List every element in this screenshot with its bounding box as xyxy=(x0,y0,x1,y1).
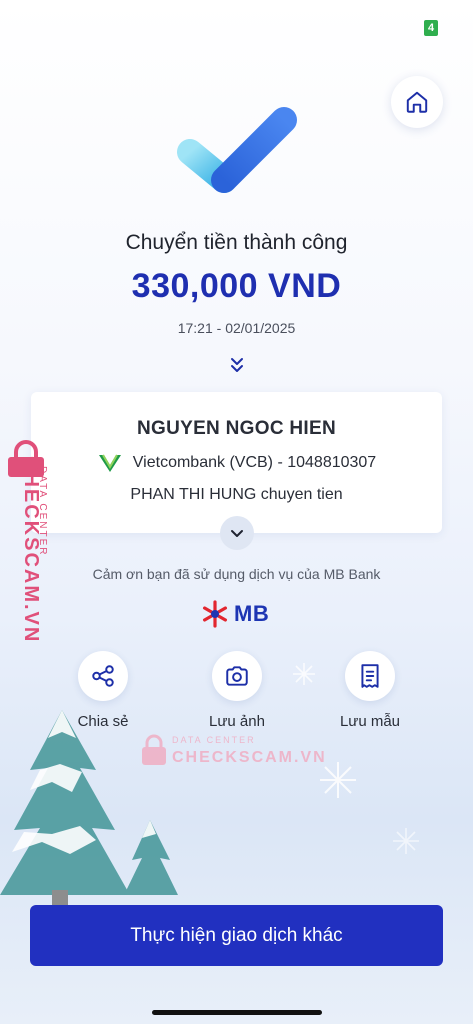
transfer-datetime: 17:21 - 02/01/2025 xyxy=(177,320,296,336)
snowflake-icon-small xyxy=(293,663,315,685)
watermark-vertical: CHECKSCAM.VN DATA CENTER xyxy=(4,440,48,643)
result-title: Chuyển tiền thành công xyxy=(125,231,348,254)
save-image-label: Lưu ảnh xyxy=(209,713,265,730)
transfer-description: PHAN THI HUNG chuyen tien xyxy=(130,486,343,503)
template-icon xyxy=(361,664,379,688)
mb-star-icon xyxy=(203,600,227,628)
expand-details-button[interactable] xyxy=(220,516,254,550)
snowy-trees-illustration xyxy=(0,710,178,905)
watermark-brand-text: CHECKSCAM.VN xyxy=(172,749,327,766)
success-check-icon xyxy=(177,107,297,193)
recipient-bank: Vietcombank (VCB) - 1048810307 xyxy=(132,454,377,471)
recipient-bank-row: Vietcombank (VCB) - 1048810307 xyxy=(31,452,442,474)
watermark-top-vertical: DATA CENTER xyxy=(37,466,48,557)
chevron-down-icon xyxy=(231,530,243,537)
snowflake-icon-faint xyxy=(393,828,419,854)
watermark-top-text: DATA CENTER xyxy=(172,735,256,745)
recipient-card: NGUYEN NGOC HIEN Vietcombank (VCB) - 104… xyxy=(31,392,442,533)
thank-you-text: Cảm ơn bạn đã sử dụng dịch vụ của MB Ban… xyxy=(92,566,381,582)
transfer-amount: 330,000 VND xyxy=(131,267,342,305)
recipient-name: NGUYEN NGOC HIEN xyxy=(136,418,337,439)
double-chevron-down-icon xyxy=(231,358,243,372)
new-transaction-button[interactable]: Thực hiện giao dịch khác xyxy=(30,905,443,966)
watermark-center: DATA CENTER CHECKSCAM.VN xyxy=(140,733,325,773)
home-button[interactable] xyxy=(391,76,443,128)
vietcombank-logo-icon xyxy=(98,454,121,472)
save-template-button[interactable]: Lưu mẫu xyxy=(320,651,420,730)
status-badge: 4 xyxy=(424,20,438,36)
home-indicator xyxy=(152,1010,322,1015)
watermark-lock-icon-center xyxy=(142,734,166,765)
mb-bank-logo: MB xyxy=(200,598,269,630)
save-image-button[interactable]: Lưu ảnh xyxy=(187,651,287,730)
save-template-label: Lưu mẫu xyxy=(339,713,401,730)
home-icon xyxy=(406,91,428,113)
mb-brand-text: MB xyxy=(234,601,270,626)
camera-icon xyxy=(226,666,248,686)
share-icon xyxy=(92,665,114,687)
